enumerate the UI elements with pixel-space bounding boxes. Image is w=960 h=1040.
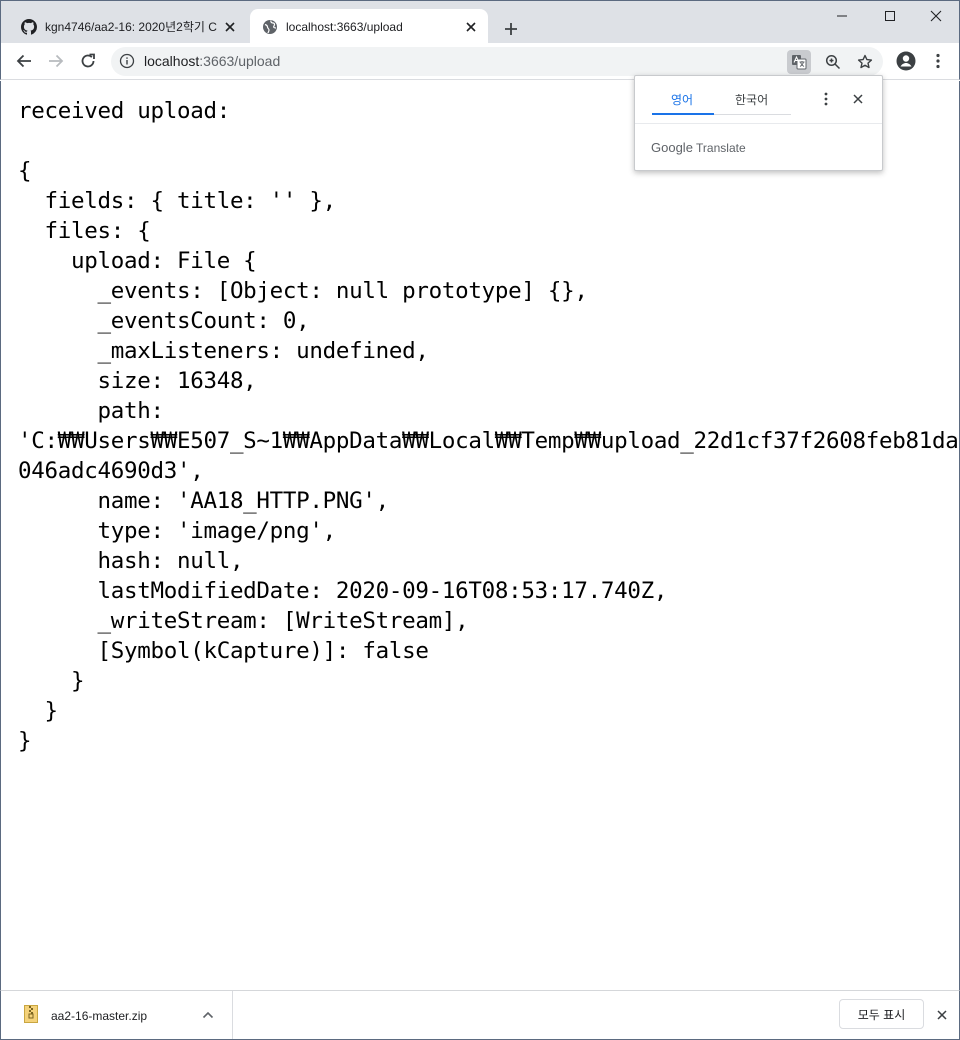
close-icon — [853, 94, 863, 104]
close-window-button[interactable] — [913, 1, 959, 31]
tab-title: localhost:3663/upload — [286, 19, 403, 34]
new-tab-button[interactable] — [497, 15, 525, 43]
output-line: fields: { title: '' }, — [18, 188, 336, 214]
output-line: 'C:₩₩Users₩₩E507_S~1₩₩AppData₩₩Local₩₩Te… — [18, 428, 959, 454]
output-line: 046adc4690d3', — [18, 458, 204, 484]
close-tab-icon[interactable] — [219, 16, 241, 38]
arrow-right-icon — [49, 54, 64, 68]
tab-divider — [714, 114, 791, 115]
bubble-divider — [635, 123, 882, 124]
output-line: upload: File { — [18, 248, 257, 274]
close-download-shelf-button[interactable] — [932, 1005, 952, 1025]
output-line: lastModifiedDate: 2020-09-16T08:53:17.74… — [18, 578, 668, 604]
profile-button[interactable] — [891, 46, 921, 76]
chevron-up-icon[interactable] — [200, 1007, 216, 1023]
close-icon — [937, 1010, 947, 1020]
output-line: } — [18, 668, 85, 694]
tab-localhost-upload[interactable]: localhost:3663/upload — [250, 9, 488, 44]
translate-bubble: 영어 한국어 Google Translate — [634, 75, 883, 171]
output-line: hash: null, — [18, 548, 244, 574]
maximize-button[interactable] — [867, 1, 913, 31]
output-line: _writeStream: [WriteStream], — [18, 608, 469, 634]
info-icon[interactable] — [119, 53, 135, 69]
github-icon — [21, 18, 37, 35]
bookmark-star-icon[interactable] — [853, 50, 877, 74]
download-shelf: aa2-16-master.zip 모두 표시 — [0, 990, 960, 1040]
address-bar[interactable]: localhost:3663/upload — [111, 47, 883, 76]
google-translate-logo: Google Translate — [651, 140, 746, 155]
zoom-icon[interactable] — [821, 50, 845, 74]
menu-button[interactable] — [923, 46, 953, 76]
url-host: localhost — [144, 53, 200, 69]
tab-source-language[interactable]: 영어 — [671, 91, 693, 108]
arrow-left-icon — [16, 54, 31, 68]
more-vert-icon — [824, 92, 828, 106]
translate-wordmark: Translate — [696, 141, 746, 155]
output-line: _events: [Object: null prototype] {}, — [18, 278, 588, 304]
translate-close-button[interactable] — [849, 90, 867, 108]
output-line: _eventsCount: 0, — [18, 308, 310, 334]
google-wordmark: Google — [651, 140, 693, 155]
url-path: :3663/upload — [199, 53, 281, 69]
tab-target-language[interactable]: 한국어 — [735, 91, 768, 108]
selected-tab-indicator — [652, 113, 714, 115]
globe-icon — [262, 19, 278, 35]
more-vert-icon — [936, 53, 940, 69]
url-text: localhost:3663/upload — [144, 53, 280, 69]
forward-button[interactable] — [41, 46, 71, 76]
reload-button[interactable] — [73, 46, 103, 76]
tab-github[interactable]: kgn4746/aa2-16: 2020년2학기 C — [9, 9, 247, 44]
download-file-name: aa2-16-master.zip — [51, 1009, 148, 1023]
tab-strip: kgn4746/aa2-16: 2020년2학기 C localhost:366… — [0, 0, 960, 44]
output-line: files: { — [18, 218, 151, 244]
translate-options-button[interactable] — [818, 90, 834, 108]
response-output: received upload: { fields: { title: '' }… — [18, 96, 959, 756]
zip-file-icon — [24, 1005, 38, 1023]
output-line: size: 16348, — [18, 368, 257, 394]
maximize-icon — [885, 11, 895, 21]
output-line: type: 'image/png', — [18, 518, 336, 544]
minimize-button[interactable] — [819, 1, 865, 31]
download-item[interactable]: aa2-16-master.zip — [1, 991, 233, 1039]
output-line: name: 'AA18_HTTP.PNG', — [18, 488, 389, 514]
account-icon — [896, 51, 916, 71]
tab-title: kgn4746/aa2-16: 2020년2학기 C — [45, 20, 217, 34]
output-line: } — [18, 698, 58, 724]
close-tab-icon[interactable] — [460, 16, 482, 38]
reload-icon — [81, 53, 95, 68]
output-line: _maxListeners: undefined, — [18, 338, 429, 364]
output-line: [Symbol(kCapture)]: false — [18, 638, 429, 664]
plus-icon — [505, 23, 517, 35]
output-line: } — [18, 728, 32, 754]
show-all-downloads-button[interactable]: 모두 표시 — [839, 999, 924, 1029]
translate-icon[interactable] — [787, 50, 811, 74]
page-content: received upload: { fields: { title: '' }… — [0, 81, 960, 990]
close-icon — [930, 10, 942, 22]
minimize-icon — [837, 15, 847, 17]
output-line: path: — [18, 398, 164, 424]
back-button[interactable] — [9, 46, 39, 76]
